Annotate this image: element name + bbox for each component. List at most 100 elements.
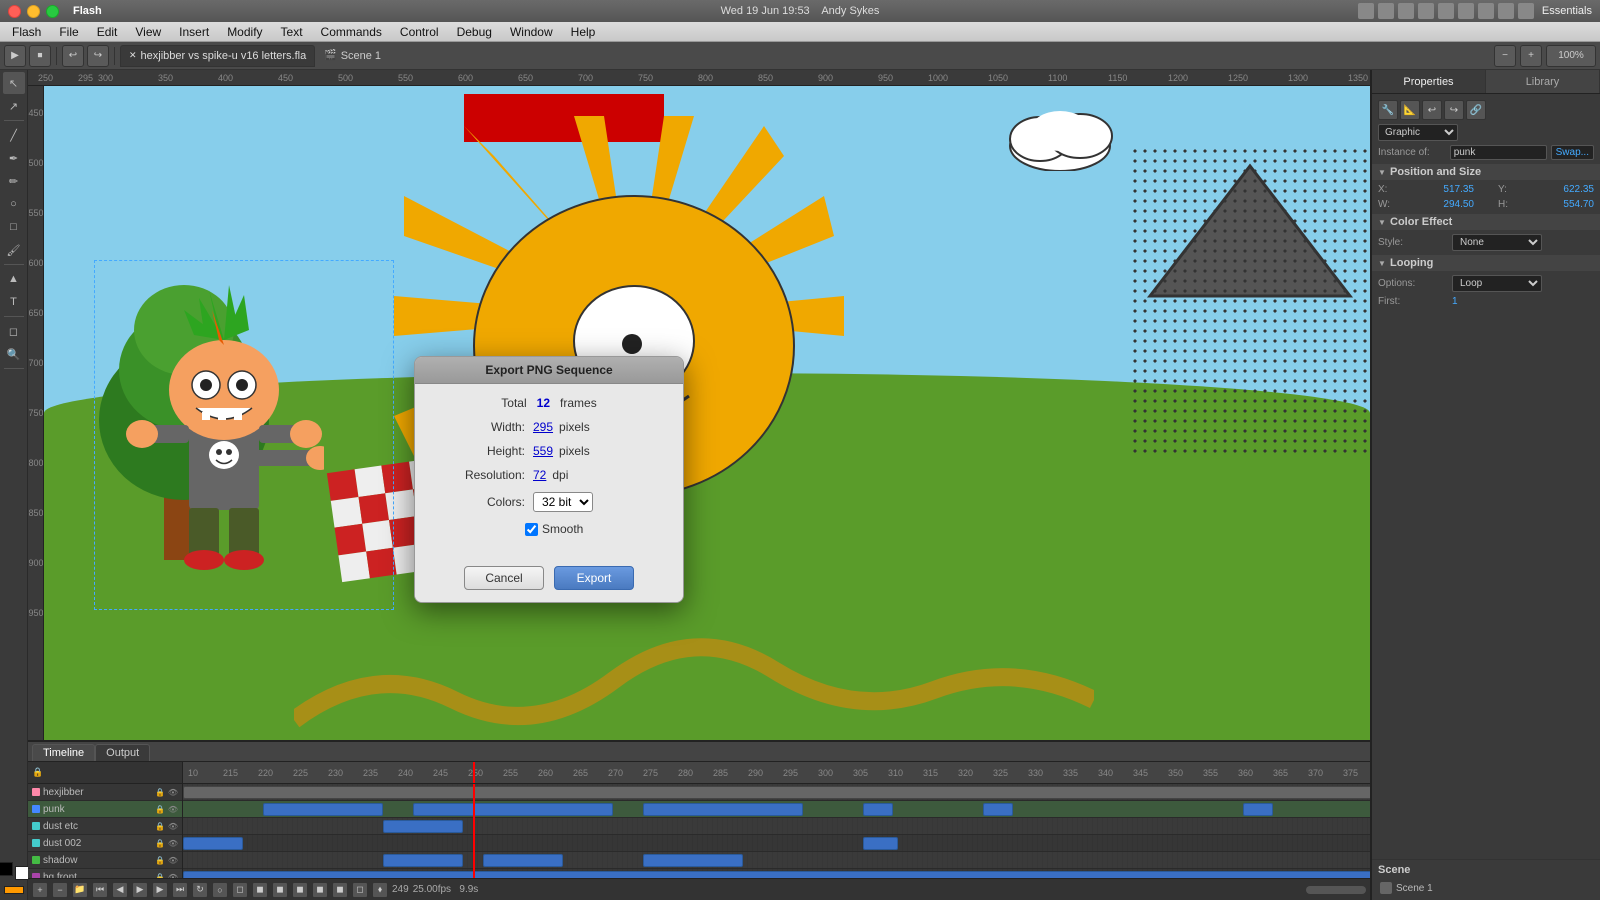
- menu-insert[interactable]: Insert: [171, 24, 217, 40]
- timeline-tab[interactable]: Timeline: [32, 744, 95, 761]
- tl-btn-11[interactable]: ○: [212, 882, 228, 898]
- tl-row-bgfront[interactable]: [183, 869, 1370, 878]
- oval-tool[interactable]: ○: [3, 193, 25, 215]
- toolbar-btn-4[interactable]: ↪: [87, 45, 109, 67]
- layer-eye-hexjibber[interactable]: 👁: [168, 787, 178, 797]
- menu-edit[interactable]: Edit: [89, 24, 126, 40]
- menu-help[interactable]: Help: [563, 24, 604, 40]
- prop-icon-1[interactable]: 🔧: [1378, 100, 1398, 120]
- toolbar-btn-2[interactable]: ⏹: [29, 45, 51, 67]
- tl-row-punk[interactable]: [183, 801, 1370, 818]
- zoom-level[interactable]: 100%: [1546, 45, 1596, 67]
- cancel-button[interactable]: Cancel: [464, 566, 544, 590]
- menu-control[interactable]: Control: [392, 24, 447, 40]
- tl-scrollbar-track[interactable]: [1306, 886, 1366, 894]
- layer-lock-dustetc[interactable]: 🔒: [155, 821, 165, 831]
- tl-frames[interactable]: 10 215 220 225 230 235 240 245 250 255 2…: [183, 762, 1370, 878]
- tl-row-hexjibber[interactable]: [183, 784, 1370, 801]
- eraser-tool[interactable]: ◻: [3, 320, 25, 342]
- line-tool[interactable]: ╱: [3, 124, 25, 146]
- layer-eye-dust002[interactable]: 👁: [168, 838, 178, 848]
- tl-btn-5[interactable]: ⏮: [92, 882, 108, 898]
- colors-select[interactable]: 32 bit 24 bit 8 bit: [533, 492, 593, 512]
- brush-tool[interactable]: 🖌: [3, 239, 25, 261]
- menu-file[interactable]: File: [51, 24, 86, 40]
- tl-row-shadow[interactable]: [183, 852, 1370, 869]
- h-value[interactable]: 554.70: [1563, 199, 1594, 210]
- stage[interactable]: [44, 86, 1370, 740]
- menu-text[interactable]: Text: [273, 24, 311, 40]
- first-value[interactable]: 1: [1452, 296, 1458, 307]
- layer-dust-002[interactable]: dust 002 🔒 👁: [28, 835, 182, 852]
- prop-icon-4[interactable]: ↪: [1444, 100, 1464, 120]
- stage-container[interactable]: Export PNG Sequence Total 12 frames: [44, 86, 1370, 740]
- pencil-tool[interactable]: ✏: [3, 170, 25, 192]
- zoom-tool[interactable]: 🔍: [3, 343, 25, 365]
- export-button[interactable]: Export: [554, 566, 634, 590]
- fill-swatch[interactable]: [15, 866, 29, 880]
- instance-type-select[interactable]: Graphic Movie Clip Button: [1378, 124, 1458, 141]
- y-value[interactable]: 622.35: [1563, 184, 1594, 195]
- minimize-button[interactable]: [27, 5, 40, 18]
- width-value[interactable]: 295: [533, 420, 553, 434]
- tl-btn-17[interactable]: ◼: [332, 882, 348, 898]
- layer-punk[interactable]: punk 🔒 👁: [28, 801, 182, 818]
- layer-shadow[interactable]: shadow 🔒 👁: [28, 852, 182, 869]
- fill-tool[interactable]: ▲: [3, 268, 25, 290]
- layer-lock-shadow[interactable]: 🔒: [155, 855, 165, 865]
- x-value[interactable]: 517.35: [1443, 184, 1474, 195]
- subselect-tool[interactable]: ↗: [3, 95, 25, 117]
- tl-scrollbar-thumb[interactable]: [1306, 886, 1366, 894]
- toolbar-btn-3[interactable]: ↩: [62, 45, 84, 67]
- tl-row-dustetc[interactable]: [183, 818, 1370, 835]
- layer-lock-hexjibber[interactable]: 🔒: [155, 787, 165, 797]
- toolbar-btn-1[interactable]: ▶: [4, 45, 26, 67]
- options-select[interactable]: Loop Play Once Single Frame: [1452, 275, 1542, 292]
- tl-btn-18[interactable]: ◻: [352, 882, 368, 898]
- tl-btn-13[interactable]: ◼: [252, 882, 268, 898]
- loop-btn[interactable]: ↻: [192, 882, 208, 898]
- scene-item[interactable]: Scene 1: [1378, 880, 1594, 896]
- current-color[interactable]: [4, 886, 24, 894]
- stroke-swatch[interactable]: [0, 862, 13, 876]
- menu-commands[interactable]: Commands: [313, 24, 390, 40]
- menu-modify[interactable]: Modify: [219, 24, 270, 40]
- resolution-value[interactable]: 72: [533, 468, 546, 482]
- menu-flash[interactable]: Flash: [4, 24, 49, 40]
- canvas-area[interactable]: 250 295 300 350 400 450 500 550 600 650 …: [28, 70, 1370, 740]
- height-value[interactable]: 559: [533, 444, 553, 458]
- tl-btn-16[interactable]: ◼: [312, 882, 328, 898]
- style-select[interactable]: None Brightness Tint Alpha Advanced: [1452, 234, 1542, 251]
- rect-tool[interactable]: □: [3, 216, 25, 238]
- menu-window[interactable]: Window: [502, 24, 561, 40]
- tab-library[interactable]: Library: [1486, 70, 1600, 93]
- layer-lock-dust002[interactable]: 🔒: [155, 838, 165, 848]
- layer-lock-punk[interactable]: 🔒: [155, 804, 165, 814]
- smooth-checkbox[interactable]: [525, 523, 538, 536]
- tl-btn-6[interactable]: ◀: [112, 882, 128, 898]
- menu-debug[interactable]: Debug: [449, 24, 500, 40]
- tl-btn-8[interactable]: ▶: [152, 882, 168, 898]
- file-tab[interactable]: ✕ hexjibber vs spike-u v16 letters.fla: [120, 45, 315, 67]
- tl-btn-9[interactable]: ⏭: [172, 882, 188, 898]
- tl-btn-19[interactable]: ⬧: [372, 882, 388, 898]
- layer-dust-etc[interactable]: dust etc 🔒 👁: [28, 818, 182, 835]
- play-btn[interactable]: ▶: [132, 882, 148, 898]
- text-tool[interactable]: T: [3, 291, 25, 313]
- maximize-button[interactable]: [46, 5, 59, 18]
- add-folder-btn[interactable]: 📁: [72, 882, 88, 898]
- prop-icon-2[interactable]: 📐: [1400, 100, 1420, 120]
- layer-eye-punk[interactable]: 👁: [168, 804, 178, 814]
- output-tab[interactable]: Output: [95, 744, 150, 761]
- tab-properties[interactable]: Properties: [1372, 70, 1486, 93]
- select-tool[interactable]: ↖: [3, 72, 25, 94]
- layer-bgfront[interactable]: bg front 🔒 👁: [28, 869, 182, 878]
- tl-btn-14[interactable]: ◼: [272, 882, 288, 898]
- pen-tool[interactable]: ✒: [3, 147, 25, 169]
- tab-close-icon[interactable]: ✕: [129, 50, 137, 61]
- layer-eye-dustetc[interactable]: 👁: [168, 821, 178, 831]
- tl-btn-12[interactable]: ◻: [232, 882, 248, 898]
- tl-row-dust002[interactable]: [183, 835, 1370, 852]
- layer-eye-shadow[interactable]: 👁: [168, 855, 178, 865]
- zoom-in-btn[interactable]: +: [1520, 45, 1542, 67]
